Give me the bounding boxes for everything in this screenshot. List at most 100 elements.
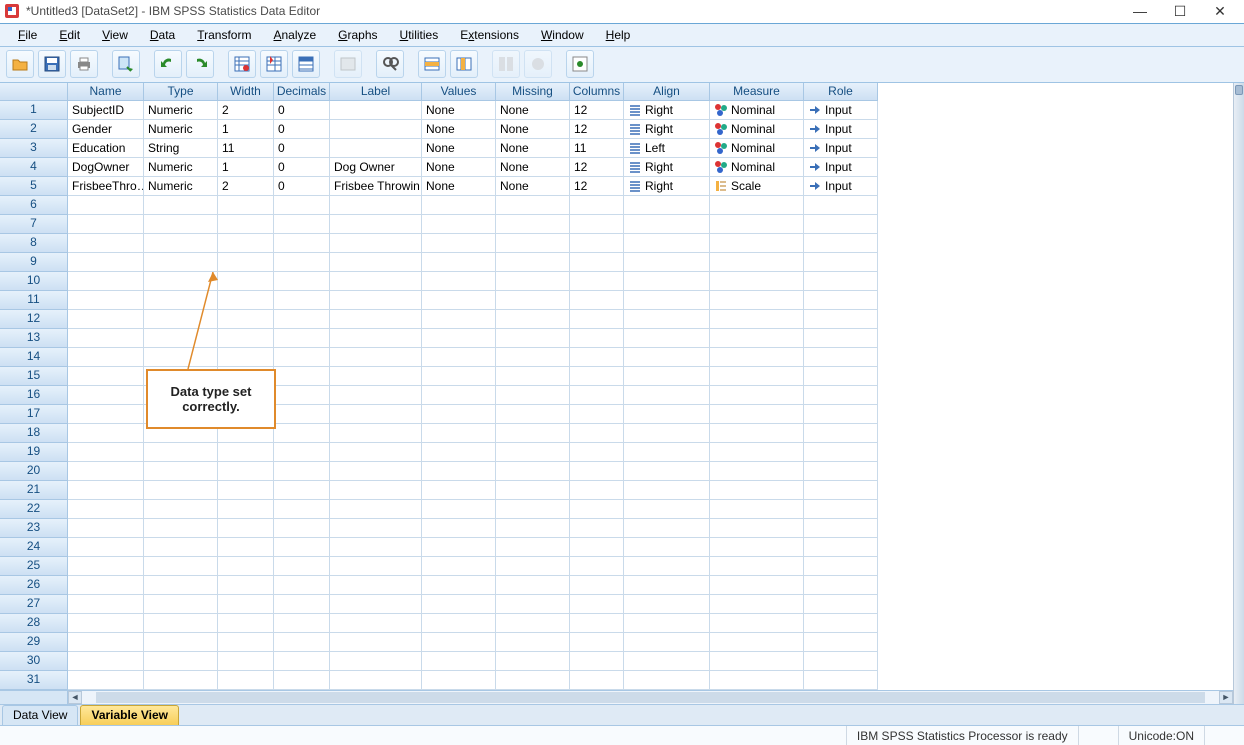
cell-role[interactable]: Input <box>804 139 878 158</box>
cell-label[interactable] <box>330 101 422 120</box>
cell-values[interactable]: None <box>422 120 496 139</box>
row-number[interactable]: 13 <box>0 329 68 348</box>
cell-missing[interactable]: None <box>496 139 570 158</box>
row-number[interactable]: 15 <box>0 367 68 386</box>
col-align[interactable]: Align <box>624 83 710 101</box>
row-number[interactable]: 3 <box>0 139 68 158</box>
row-number[interactable]: 26 <box>0 576 68 595</box>
save-button[interactable] <box>38 50 66 78</box>
row-number[interactable]: 25 <box>0 557 68 576</box>
menu-help[interactable]: Help <box>596 26 641 44</box>
cell-measure[interactable]: Scale <box>710 177 804 196</box>
menu-edit[interactable]: Edit <box>49 26 90 44</box>
menu-transform[interactable]: Transform <box>187 26 261 44</box>
cell-measure[interactable]: Nominal <box>710 139 804 158</box>
row-number[interactable]: 5 <box>0 177 68 196</box>
cell-values[interactable]: None <box>422 158 496 177</box>
cell-columns[interactable]: 12 <box>570 177 624 196</box>
table-row-empty[interactable]: 21 <box>0 481 1233 500</box>
cell-label[interactable]: Dog Owner <box>330 158 422 177</box>
cell-name[interactable]: DogOwner <box>68 158 144 177</box>
cell-role[interactable]: Input <box>804 158 878 177</box>
cell-name[interactable]: Education <box>68 139 144 158</box>
table-row-empty[interactable]: 14 <box>0 348 1233 367</box>
cell-decimals[interactable]: 0 <box>274 101 330 120</box>
table-row-empty[interactable]: 24 <box>0 538 1233 557</box>
cell-missing[interactable]: None <box>496 101 570 120</box>
cell-columns[interactable]: 12 <box>570 101 624 120</box>
menu-window[interactable]: Window <box>531 26 594 44</box>
cell-type[interactable]: Numeric <box>144 101 218 120</box>
table-row-empty[interactable]: 30 <box>0 652 1233 671</box>
table-row-empty[interactable]: 28 <box>0 614 1233 633</box>
row-number[interactable]: 2 <box>0 120 68 139</box>
cell-align[interactable]: Right <box>624 177 710 196</box>
goto-case-button[interactable] <box>228 50 256 78</box>
table-row-empty[interactable]: 25 <box>0 557 1233 576</box>
cell-values[interactable]: None <box>422 101 496 120</box>
table-row-empty[interactable]: 19 <box>0 443 1233 462</box>
cell-width[interactable]: 2 <box>218 177 274 196</box>
col-decimals[interactable]: Decimals <box>274 83 330 101</box>
menu-extensions[interactable]: Extensions <box>450 26 529 44</box>
cell-decimals[interactable]: 0 <box>274 158 330 177</box>
cell-decimals[interactable]: 0 <box>274 177 330 196</box>
cell-label[interactable] <box>330 120 422 139</box>
scroll-right-button[interactable]: ► <box>1219 691 1233 704</box>
row-number[interactable]: 20 <box>0 462 68 481</box>
col-role[interactable]: Role <box>804 83 878 101</box>
select-cases-button[interactable] <box>566 50 594 78</box>
tab-variable-view[interactable]: Variable View <box>80 705 179 725</box>
row-number[interactable]: 8 <box>0 234 68 253</box>
cell-type[interactable]: Numeric <box>144 177 218 196</box>
table-row-empty[interactable]: 12 <box>0 310 1233 329</box>
cell-role[interactable]: Input <box>804 177 878 196</box>
table-row-empty[interactable]: 29 <box>0 633 1233 652</box>
table-row-empty[interactable]: 20 <box>0 462 1233 481</box>
menu-utilities[interactable]: Utilities <box>390 26 449 44</box>
cell-name[interactable]: FrisbeeThro… <box>68 177 144 196</box>
cell-missing[interactable]: None <box>496 120 570 139</box>
cell-align[interactable]: Right <box>624 120 710 139</box>
row-number[interactable]: 6 <box>0 196 68 215</box>
table-row-empty[interactable]: 31 <box>0 671 1233 690</box>
cell-name[interactable]: Gender <box>68 120 144 139</box>
cell-label[interactable] <box>330 139 422 158</box>
maximize-button[interactable]: ☐ <box>1160 3 1200 20</box>
row-number[interactable]: 22 <box>0 500 68 519</box>
goto-variable-button[interactable] <box>260 50 288 78</box>
table-row-empty[interactable]: 10 <box>0 272 1233 291</box>
cell-missing[interactable]: None <box>496 177 570 196</box>
cell-type[interactable]: Numeric <box>144 120 218 139</box>
row-number[interactable]: 17 <box>0 405 68 424</box>
menu-view[interactable]: View <box>92 26 138 44</box>
cell-width[interactable]: 1 <box>218 120 274 139</box>
print-button[interactable] <box>70 50 98 78</box>
col-label[interactable]: Label <box>330 83 422 101</box>
col-type[interactable]: Type <box>144 83 218 101</box>
table-row-empty[interactable]: 6 <box>0 196 1233 215</box>
table-row[interactable]: 2GenderNumeric10NoneNone12RightNominalIn… <box>0 120 1233 139</box>
cell-role[interactable]: Input <box>804 120 878 139</box>
cell-align[interactable]: Right <box>624 158 710 177</box>
table-row-empty[interactable]: 22 <box>0 500 1233 519</box>
menu-graphs[interactable]: Graphs <box>328 26 387 44</box>
row-number[interactable]: 7 <box>0 215 68 234</box>
variables-button[interactable] <box>292 50 320 78</box>
row-number[interactable]: 30 <box>0 652 68 671</box>
table-row[interactable]: 1SubjectIDNumeric20NoneNone12RightNomina… <box>0 101 1233 120</box>
row-number[interactable]: 24 <box>0 538 68 557</box>
cell-columns[interactable]: 11 <box>570 139 624 158</box>
row-number[interactable]: 21 <box>0 481 68 500</box>
col-name[interactable]: Name <box>68 83 144 101</box>
table-row-empty[interactable]: 27 <box>0 595 1233 614</box>
recall-dialog-button[interactable] <box>112 50 140 78</box>
cell-missing[interactable]: None <box>496 158 570 177</box>
cell-label[interactable]: Frisbee Throwin… <box>330 177 422 196</box>
row-number[interactable]: 29 <box>0 633 68 652</box>
split-file-button[interactable] <box>492 50 520 78</box>
table-row[interactable]: 4DogOwnerNumeric10Dog OwnerNoneNone12Rig… <box>0 158 1233 177</box>
cell-values[interactable]: None <box>422 139 496 158</box>
cell-type[interactable]: Numeric <box>144 158 218 177</box>
menu-data[interactable]: Data <box>140 26 185 44</box>
